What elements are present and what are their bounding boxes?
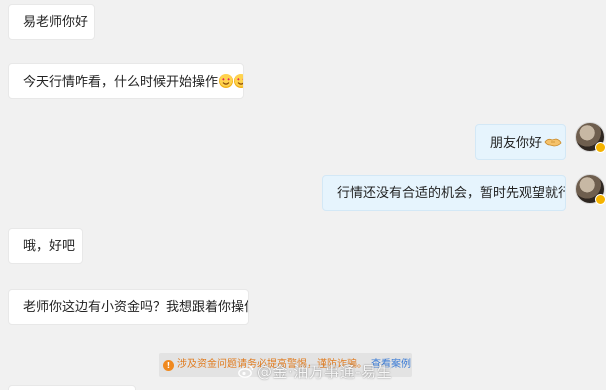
message-text: 老师你这边有小资金吗？我想跟着你操作 — [23, 300, 249, 315]
message-text: 易老师你好 — [23, 15, 89, 30]
message-bubble-incoming-partial[interactable] — [8, 385, 136, 390]
message-bubble-incoming[interactable]: 今天行情咋看，什么时候开始操作 — [8, 63, 244, 99]
message-text: 朋友你好 — [490, 136, 543, 151]
avatar[interactable] — [575, 122, 606, 153]
message-bubble-outgoing[interactable]: 朋友你好 — [475, 124, 566, 160]
message-bubble-incoming[interactable]: 老师你这边有小资金吗？我想跟着你操作 — [8, 289, 249, 325]
heart-eyes-emoji-icon — [234, 74, 243, 88]
message-text: 行情还没有合适的机会，暂时先观望就行 — [337, 186, 566, 201]
message-bubble-outgoing[interactable]: 行情还没有合适的机会，暂时先观望就行 — [322, 175, 566, 211]
verified-badge-icon — [595, 194, 606, 205]
info-icon: ! — [163, 360, 174, 371]
verified-badge-icon — [595, 142, 606, 153]
weibo-watermark: @金·油万事通-易生 — [238, 361, 392, 382]
handshake-emoji-icon — [544, 138, 562, 147]
weibo-logo-icon — [238, 365, 254, 378]
chat-window: 易老师你好 今天行情咋看，什么时候开始操作 朋友你好 行情还没有合适的机会，暂时… — [0, 0, 606, 390]
message-text: 今天行情咋看，什么时候开始操作 — [23, 75, 219, 90]
watermark-text: @金·油万事通-易生 — [257, 363, 393, 381]
avatar[interactable] — [575, 174, 606, 205]
message-bubble-incoming[interactable]: 易老师你好 — [8, 4, 95, 40]
message-bubble-incoming[interactable]: 哦，好吧 — [8, 228, 83, 264]
message-text: 哦，好吧 — [23, 239, 76, 254]
heart-eyes-emoji-icon — [219, 74, 234, 88]
